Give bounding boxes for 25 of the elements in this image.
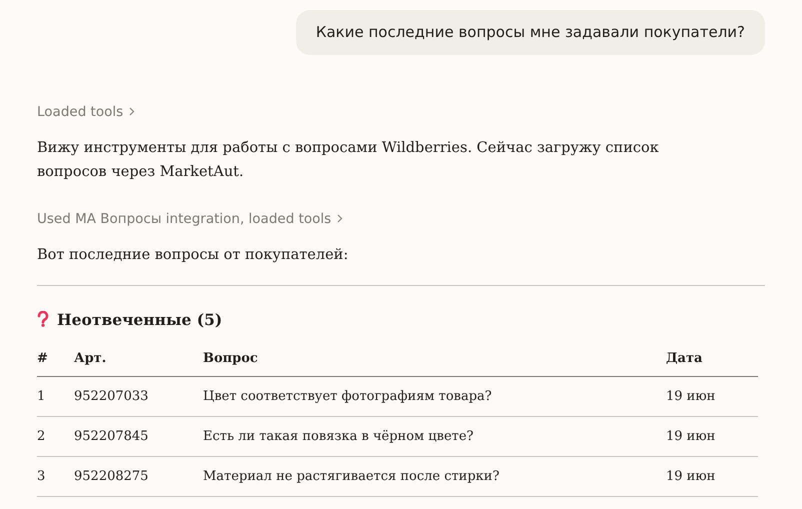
column-header: Вопрос xyxy=(203,340,666,377)
response-text: Вот последние вопросы от покупателей: xyxy=(37,246,350,264)
table-cell: 19 июн xyxy=(666,416,758,457)
tool-disclosure[interactable]: Used MA Вопросы integration, loaded tools xyxy=(37,208,344,229)
table-cell: 2 xyxy=(37,416,74,457)
user-message: Какие последние вопросы мне задавали покупатели? xyxy=(296,10,765,54)
table-cell: Цвет соответствует фотографиям товара? xyxy=(203,376,666,417)
response-text: Вижу инструменты для работы с вопросами Wildberries. Сейчас загружу список вопросов через MarketAut. xyxy=(37,138,660,182)
tool-disclosure[interactable]: Loaded tools xyxy=(37,102,136,122)
table-cell: 952207845 xyxy=(74,416,203,457)
table-cell: Есть ли такая повязка в чёрном цвете? xyxy=(203,416,666,457)
section-heading: Неотвеченные (5) xyxy=(57,308,222,330)
column-header: # xyxy=(37,340,74,377)
table-cell: Материал не растягивается после стирки? xyxy=(203,456,666,497)
question-icon xyxy=(37,311,49,328)
table-cell: 1 xyxy=(37,376,74,417)
column-header: Арт. xyxy=(74,340,203,377)
table-cell: 952208275 xyxy=(74,456,203,497)
table-cell: 3 xyxy=(37,456,74,497)
table-cell: 952207033 xyxy=(74,376,203,417)
column-header: Дата xyxy=(666,340,758,377)
table-cell: 19 июн xyxy=(666,376,758,417)
chevron-icon xyxy=(129,107,136,116)
chevron-icon xyxy=(337,214,344,224)
table-cell: 19 июн xyxy=(666,456,758,497)
